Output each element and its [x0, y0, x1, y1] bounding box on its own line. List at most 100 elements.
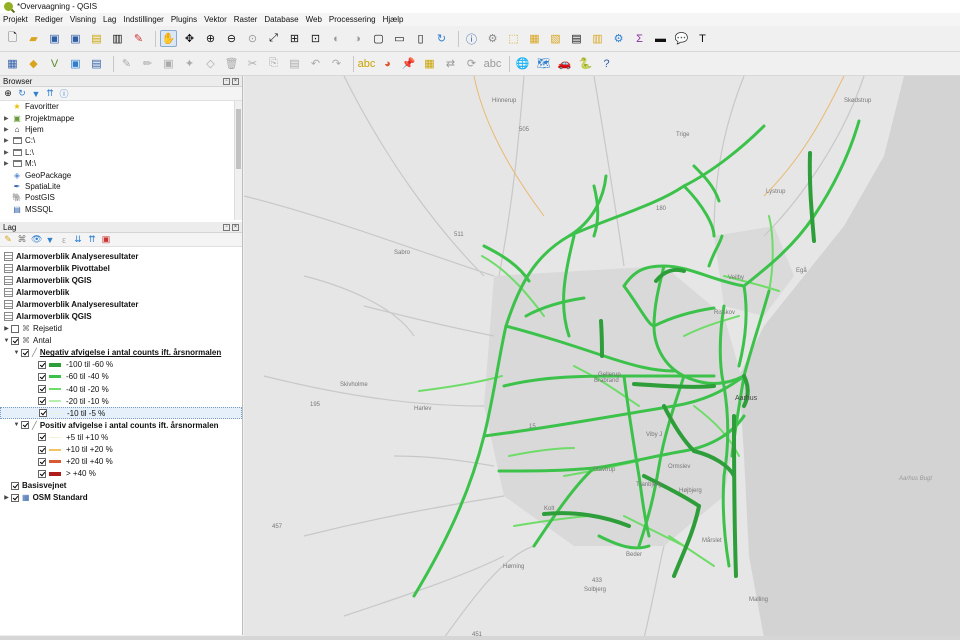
class-visibility-checkbox[interactable]: [38, 385, 46, 394]
processing-toolbox-icon[interactable]: ⚙: [610, 30, 627, 47]
plugin-car-icon[interactable]: 🚗: [556, 55, 573, 72]
class-visibility-checkbox[interactable]: [38, 445, 46, 454]
menu-projekt[interactable]: Projekt: [3, 15, 28, 24]
measure-icon[interactable]: ▬: [652, 30, 669, 47]
python-console-icon[interactable]: 🐍: [577, 55, 594, 72]
browser-item-favoritter[interactable]: ★ Favoritter: [0, 101, 242, 112]
layer-antal[interactable]: ▼ ⌘ Antal: [0, 335, 242, 347]
cut-features-icon[interactable]: ✂: [244, 55, 261, 72]
expand-arrow-icon[interactable]: ▶: [4, 115, 12, 122]
show-bookmarks-icon[interactable]: ▯: [412, 30, 429, 47]
text-annotation-icon[interactable]: T: [694, 30, 711, 47]
collapse-all-icon[interactable]: ⇈: [45, 88, 55, 99]
field-calculator-icon[interactable]: ▥: [589, 30, 606, 47]
layer-visibility-checkbox[interactable]: [11, 493, 19, 502]
zoom-out-icon[interactable]: ⊖: [223, 30, 240, 47]
zoom-full-icon[interactable]: ⤢: [265, 30, 282, 47]
expand-arrow-icon[interactable]: ▶: [2, 494, 11, 501]
plugin-map-icon[interactable]: 🗺: [535, 55, 552, 72]
filter-browser-icon[interactable]: ▼: [31, 89, 41, 99]
expand-arrow-icon[interactable]: ▶: [4, 160, 12, 167]
layer-visibility-checkbox[interactable]: [11, 336, 19, 345]
diagram-icon[interactable]: ◕: [379, 55, 396, 72]
expand-arrow-icon[interactable]: ▶: [2, 325, 11, 332]
menu-visning[interactable]: Visning: [70, 15, 96, 24]
layer-table[interactable]: Alarmoverblik: [0, 286, 242, 298]
redo-icon[interactable]: ↷: [328, 55, 345, 72]
pan-to-selection-icon[interactable]: ✥: [181, 30, 198, 47]
browser-scrollbar[interactable]: [234, 101, 242, 220]
pan-map-icon[interactable]: ✋: [160, 30, 177, 47]
close-panel-icon[interactable]: ×: [232, 223, 239, 231]
class-visibility-checkbox[interactable]: [39, 409, 47, 418]
highlight-labels-icon[interactable]: ▦: [421, 55, 438, 72]
browser-item-postgis[interactable]: 🐘 PostGIS: [0, 192, 242, 203]
collapse-arrow-icon[interactable]: ▼: [2, 338, 11, 344]
class-visibility-checkbox[interactable]: [38, 372, 46, 381]
legend-class[interactable]: -10 til -5 %: [0, 407, 242, 420]
zoom-selection-icon[interactable]: ⊞: [286, 30, 303, 47]
paste-features-icon[interactable]: ▤: [286, 55, 303, 72]
menu-rediger[interactable]: Rediger: [35, 15, 63, 24]
deselect-icon[interactable]: ▧: [547, 30, 564, 47]
attribute-table-icon[interactable]: ▤: [568, 30, 585, 47]
save-edits-icon[interactable]: ▣: [160, 55, 177, 72]
add-db-icon[interactable]: ▤: [88, 55, 105, 72]
collapse-arrow-icon[interactable]: ▼: [12, 350, 21, 356]
zoom-next-icon[interactable]: ◑: [349, 30, 366, 47]
class-visibility-checkbox[interactable]: [38, 397, 46, 406]
new-project-icon[interactable]: 🗋: [4, 30, 21, 47]
delete-selected-icon[interactable]: 🗑: [223, 55, 240, 72]
zoom-in-icon[interactable]: ⊕: [202, 30, 219, 47]
new-print-layout-icon[interactable]: ▤: [88, 30, 105, 47]
layer-table[interactable]: Alarmoverblik Analyseresultater: [0, 298, 242, 310]
collapse-arrow-icon[interactable]: ▼: [12, 422, 21, 428]
remove-layer-icon[interactable]: ▣: [101, 234, 111, 245]
refresh-icon[interactable]: ↻: [433, 30, 450, 47]
vertex-tool-icon[interactable]: ◇: [202, 55, 219, 72]
layer-positiv-afvigelse[interactable]: ▼ ╱ Positiv afvigelse i antal counts ift. …: [0, 419, 242, 431]
style-manager-icon[interactable]: ✎: [130, 30, 147, 47]
layer-visibility-checkbox[interactable]: [11, 481, 19, 490]
menu-indstillinger[interactable]: Indstillinger: [123, 15, 163, 24]
label-tool-icon[interactable]: abc: [358, 55, 376, 72]
plugin-globe-icon[interactable]: 🌐: [514, 55, 531, 72]
filter-expression-icon[interactable]: ε: [59, 235, 69, 245]
add-selected-icon[interactable]: ⊕: [3, 88, 13, 99]
legend-class[interactable]: -20 til -10 %: [0, 395, 242, 407]
undo-icon[interactable]: ↶: [307, 55, 324, 72]
select-features-icon[interactable]: ⬚: [505, 30, 522, 47]
map-canvas[interactable]: Hinnerup Skødstrup Veilby Risskov Egå Tr…: [244, 76, 960, 638]
layer-osm-standard[interactable]: ▶ ▦ OSM Standard: [0, 492, 242, 504]
menu-hjaelp[interactable]: Hjælp: [383, 15, 404, 24]
layer-visibility-checkbox[interactable]: [11, 324, 19, 333]
browser-item-hjem[interactable]: ▶ ⌂ Hjem: [0, 124, 242, 135]
refresh-browser-icon[interactable]: ↻: [17, 88, 27, 99]
data-source-manager-icon[interactable]: ▦: [4, 55, 21, 72]
new-map-view-icon[interactable]: ▢: [370, 30, 387, 47]
properties-icon[interactable]: ⓘ: [59, 87, 69, 100]
collapse-all-icon[interactable]: ⇈: [87, 234, 97, 245]
map-tips-icon[interactable]: 💬: [673, 30, 690, 47]
layer-table[interactable]: Alarmoverblik QGIS: [0, 274, 242, 286]
layer-table[interactable]: Alarmoverblik Analyseresultater: [0, 250, 242, 262]
menu-raster[interactable]: Raster: [234, 15, 258, 24]
legend-class[interactable]: -40 til -20 %: [0, 383, 242, 395]
layer-rejsetid[interactable]: ▶ ⌘ Rejsetid: [0, 323, 242, 335]
layer-table[interactable]: Alarmoverblik Pivottabel: [0, 262, 242, 274]
browser-item-geopackage[interactable]: ◈ GeoPackage: [0, 169, 242, 180]
add-vector-icon[interactable]: V: [46, 55, 63, 72]
browser-item-c[interactable]: ▶ C:\: [0, 135, 242, 146]
class-visibility-checkbox[interactable]: [38, 360, 46, 369]
expand-arrow-icon[interactable]: ▶: [4, 126, 12, 133]
menu-web[interactable]: Web: [306, 15, 322, 24]
float-panel-icon[interactable]: ▫: [223, 223, 230, 231]
class-visibility-checkbox[interactable]: [38, 457, 46, 466]
float-panel-icon[interactable]: ▫: [223, 77, 230, 85]
menu-lag[interactable]: Lag: [103, 15, 116, 24]
edit-pencil-icon[interactable]: ✏: [139, 55, 156, 72]
filter-legend-icon[interactable]: ▼: [45, 235, 55, 245]
legend-class[interactable]: +10 til +20 %: [0, 444, 242, 456]
pin-labels-icon[interactable]: 📌: [400, 55, 417, 72]
menu-vektor[interactable]: Vektor: [204, 15, 227, 24]
